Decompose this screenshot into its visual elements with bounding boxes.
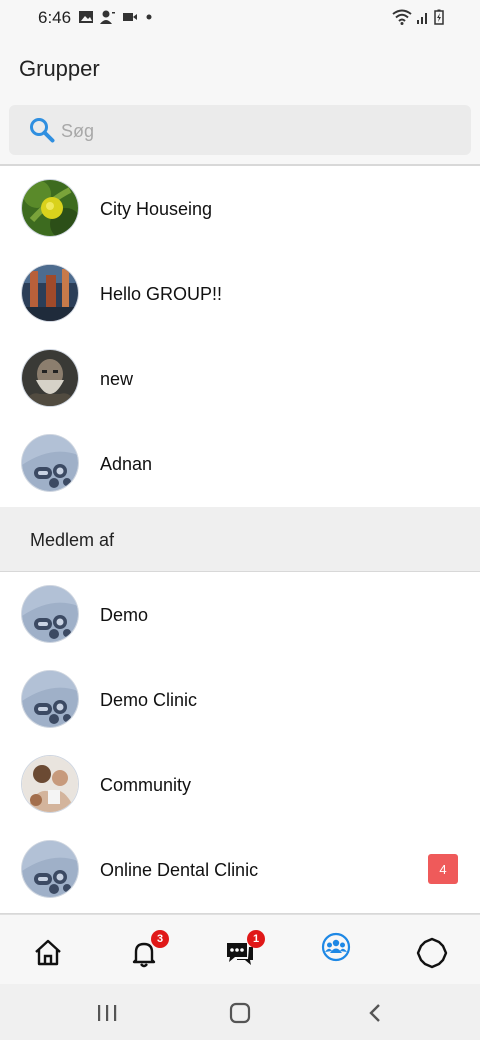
battery-icon: [434, 9, 444, 25]
notification-count-badge: 3: [151, 930, 169, 948]
group-name: City Houseing: [100, 199, 213, 219]
video-icon: [123, 13, 137, 21]
bottom-nav: 3 1: [0, 914, 480, 985]
image-icon: [79, 11, 93, 23]
system-nav-bar: [0, 984, 480, 1040]
group-row-community[interactable]: Community: [0, 742, 480, 828]
search-area: [0, 100, 480, 164]
group-avatar: [22, 841, 78, 897]
nav-home[interactable]: [28, 933, 68, 973]
groups-icon: [321, 932, 351, 962]
group-row-hello-group[interactable]: Hello GROUP!!: [0, 251, 480, 337]
status-time: 6:46: [38, 8, 72, 27]
back-icon[interactable]: [366, 1002, 384, 1024]
group-avatar: [22, 265, 78, 321]
home-button-icon[interactable]: [229, 1002, 251, 1024]
group-avatar: [22, 671, 78, 727]
search-bar[interactable]: [9, 105, 471, 155]
groups-screen: 6:46 Grupper Søg City Houseing Hello GRO…: [0, 0, 480, 1040]
search-input[interactable]: [59, 117, 443, 145]
nav-messages[interactable]: 1: [220, 930, 265, 973]
message-count-badge: 1: [247, 930, 265, 948]
group-avatar: [22, 756, 78, 812]
app-header: Grupper: [0, 36, 480, 100]
group-name: new: [100, 369, 134, 389]
group-row-city-houseing[interactable]: City Houseing: [0, 166, 480, 252]
status-bar: 6:46: [0, 0, 480, 36]
contact-icon: [100, 10, 115, 24]
unread-badge: 4: [428, 854, 458, 884]
page-title: Grupper: [19, 56, 100, 81]
settings-icon: [416, 937, 448, 969]
group-avatar: [22, 586, 78, 642]
recent-apps-icon[interactable]: [96, 1003, 118, 1023]
group-name: Community: [100, 775, 192, 795]
group-name: Demo Clinic: [100, 690, 198, 710]
group-avatar: [22, 180, 78, 236]
dot-icon: [146, 14, 152, 20]
status-system-icons: [392, 9, 444, 25]
group-name: Adnan: [100, 454, 153, 474]
status-notification-icons: [78, 9, 154, 25]
nav-notifications[interactable]: 3: [124, 930, 169, 973]
search-icon: [30, 118, 55, 143]
group-row-new[interactable]: new: [0, 336, 480, 422]
nav-groups[interactable]: [316, 927, 356, 967]
group-avatar: [22, 350, 78, 406]
group-name: Online Dental Clinic: [100, 860, 259, 880]
group-row-adnan[interactable]: Adnan: [0, 421, 480, 508]
group-avatar: [22, 435, 78, 491]
group-name: Hello GROUP!!: [100, 284, 223, 304]
group-row-demo[interactable]: Demo: [0, 572, 480, 658]
section-header-member-of: Medlem af: [0, 507, 480, 572]
nav-settings[interactable]: [412, 933, 452, 973]
group-row-demo-clinic[interactable]: Demo Clinic: [0, 657, 480, 743]
section-title: Medlem af: [30, 530, 115, 550]
group-row-online-dental-clinic[interactable]: Online Dental Clinic 4: [0, 827, 480, 914]
wifi-icon: [392, 9, 412, 25]
group-name: Demo: [100, 605, 149, 625]
home-icon: [35, 939, 61, 966]
signal-icon: [417, 13, 427, 24]
